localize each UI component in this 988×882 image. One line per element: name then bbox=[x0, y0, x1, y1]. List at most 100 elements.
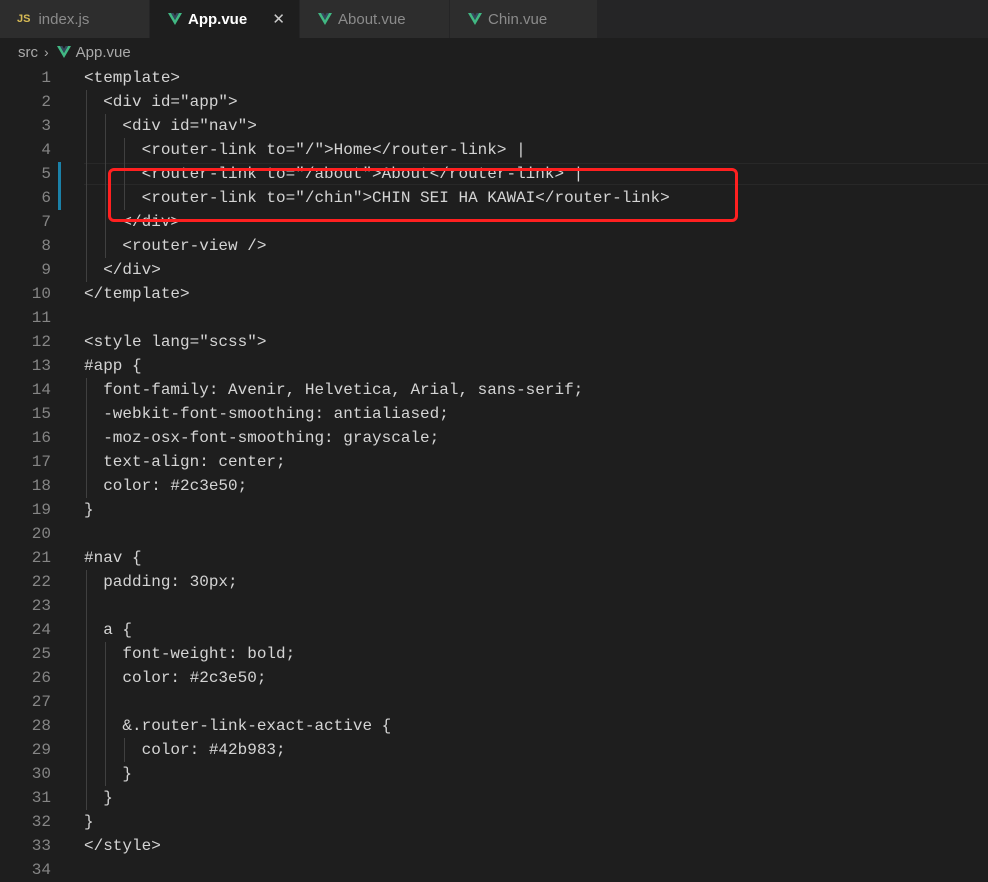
code-line[interactable]: 3 <div id="nav"> bbox=[0, 114, 988, 138]
line-text[interactable]: } bbox=[84, 810, 94, 834]
line-number: 3 bbox=[41, 117, 51, 135]
line-text[interactable]: } bbox=[84, 498, 94, 522]
code-line[interactable]: 13 #app { bbox=[0, 354, 988, 378]
line-number: 30 bbox=[31, 765, 51, 783]
line-number: 29 bbox=[31, 741, 51, 759]
line-text[interactable]: -moz-osx-font-smoothing: grayscale; bbox=[84, 426, 439, 450]
line-text[interactable]: &.router-link-exact-active { bbox=[84, 714, 391, 738]
chevron-right-icon: › bbox=[44, 44, 49, 60]
breadcrumb-folder[interactable]: src bbox=[18, 44, 38, 61]
line-number: 26 bbox=[31, 669, 51, 687]
line-text[interactable]: text-align: center; bbox=[84, 450, 285, 474]
code-line[interactable]: 9 </div> bbox=[0, 258, 988, 282]
line-number: 25 bbox=[31, 645, 51, 663]
code-line[interactable]: 16 -moz-osx-font-smoothing: grayscale; bbox=[0, 426, 988, 450]
code-line[interactable]: 28 &.router-link-exact-active { bbox=[0, 714, 988, 738]
tab-label: App.vue bbox=[188, 10, 248, 28]
code-line[interactable]: 17 text-align: center; bbox=[0, 450, 988, 474]
line-number: 19 bbox=[31, 501, 51, 519]
line-number: 1 bbox=[41, 69, 51, 87]
code-line[interactable]: 25 font-weight: bold; bbox=[0, 642, 988, 666]
tab-label: About.vue bbox=[338, 10, 406, 28]
line-text[interactable]: <div id="nav"> bbox=[84, 114, 256, 138]
line-text[interactable]: <template> bbox=[84, 66, 180, 90]
code-line[interactable]: 23 bbox=[0, 594, 988, 618]
code-line[interactable]: 8 <router-view /> bbox=[0, 234, 988, 258]
line-text[interactable]: </template> bbox=[84, 282, 190, 306]
js-file-icon: JS bbox=[17, 13, 31, 25]
code-line[interactable]: 20 bbox=[0, 522, 988, 546]
line-number: 20 bbox=[31, 525, 51, 543]
line-number: 24 bbox=[31, 621, 51, 639]
line-text[interactable]: </style> bbox=[84, 834, 161, 858]
code-line[interactable]: 1 <template> bbox=[0, 66, 988, 90]
code-line[interactable]: 14 font-family: Avenir, Helvetica, Arial… bbox=[0, 378, 988, 402]
tab-index-js[interactable]: JS index.js bbox=[0, 0, 150, 38]
code-line[interactable]: 27 bbox=[0, 690, 988, 714]
line-text[interactable]: <router-link to="/">Home</router-link> | bbox=[84, 138, 526, 162]
line-text[interactable]: a { bbox=[84, 618, 132, 642]
tab-chin-vue[interactable]: Chin.vue bbox=[450, 0, 598, 38]
tab-label: index.js bbox=[38, 10, 90, 28]
line-text[interactable]: -webkit-font-smoothing: antialiased; bbox=[84, 402, 449, 426]
code-line[interactable]: 30 } bbox=[0, 762, 988, 786]
line-text[interactable]: <style lang="scss"> bbox=[84, 330, 266, 354]
line-text[interactable]: </div> bbox=[84, 258, 161, 282]
tab-app-vue[interactable]: App.vue ✕ bbox=[150, 0, 300, 38]
code-line[interactable]: 32} bbox=[0, 810, 988, 834]
line-number: 14 bbox=[31, 381, 51, 399]
tab-about-vue[interactable]: About.vue bbox=[300, 0, 450, 38]
line-number: 32 bbox=[31, 813, 51, 831]
line-text[interactable]: #nav { bbox=[84, 546, 142, 570]
vue-file-icon bbox=[318, 12, 332, 26]
line-number: 22 bbox=[31, 573, 51, 591]
code-line[interactable]: 11 bbox=[0, 306, 988, 330]
code-line[interactable]: 26 color: #2c3e50; bbox=[0, 666, 988, 690]
code-line[interactable]: 15 -webkit-font-smoothing: antialiased; bbox=[0, 402, 988, 426]
line-text[interactable]: color: #2c3e50; bbox=[84, 666, 266, 690]
code-line[interactable]: 24 a { bbox=[0, 618, 988, 642]
line-number: 17 bbox=[31, 453, 51, 471]
line-text[interactable]: font-family: Avenir, Helvetica, Arial, s… bbox=[84, 378, 583, 402]
line-number: 8 bbox=[41, 237, 51, 255]
line-text[interactable]: color: #42b983; bbox=[84, 738, 286, 762]
code-line[interactable]: 18 color: #2c3e50; bbox=[0, 474, 988, 498]
line-text[interactable]: #app { bbox=[84, 354, 142, 378]
line-number: 34 bbox=[31, 861, 51, 879]
line-number: 5 bbox=[41, 165, 51, 183]
line-text[interactable]: <router-view /> bbox=[84, 234, 266, 258]
line-number: 9 bbox=[41, 261, 51, 279]
code-line[interactable]: 19} bbox=[0, 498, 988, 522]
tab-label: Chin.vue bbox=[488, 10, 548, 28]
line-number: 12 bbox=[31, 333, 51, 351]
line-text[interactable]: } bbox=[84, 762, 132, 786]
code-line[interactable]: 33 </style> bbox=[0, 834, 988, 858]
line-number: 6 bbox=[41, 189, 51, 207]
line-text[interactable]: } bbox=[84, 786, 113, 810]
code-line[interactable]: 31 } bbox=[0, 786, 988, 810]
line-number: 13 bbox=[31, 357, 51, 375]
line-text[interactable]: <div id="app"> bbox=[84, 90, 237, 114]
code-line[interactable]: 34 bbox=[0, 858, 988, 882]
line-number: 10 bbox=[31, 285, 51, 303]
code-line[interactable]: 29 color: #42b983; bbox=[0, 738, 988, 762]
code-line[interactable]: 12 <style lang="scss"> bbox=[0, 330, 988, 354]
code-line[interactable]: 22 padding: 30px; bbox=[0, 570, 988, 594]
code-line[interactable]: 2 <div id="app"> bbox=[0, 90, 988, 114]
line-number: 4 bbox=[41, 141, 51, 159]
line-number: 11 bbox=[31, 309, 51, 327]
code-line[interactable]: 10 </template> bbox=[0, 282, 988, 306]
code-line[interactable]: 4 <router-link to="/">Home</router-link>… bbox=[0, 138, 988, 162]
editor-tab-bar: JS index.js App.vue ✕ About.vue Chin.vue bbox=[0, 0, 988, 38]
line-text[interactable]: font-weight: bold; bbox=[84, 642, 295, 666]
code-line[interactable]: 21 #nav { bbox=[0, 546, 988, 570]
code-editor[interactable]: 1 <template> 2 <div id="app"> 3 <div id="na… bbox=[0, 66, 988, 879]
line-number: 28 bbox=[31, 717, 51, 735]
line-text[interactable]: padding: 30px; bbox=[84, 570, 237, 594]
breadcrumb-file[interactable]: App.vue bbox=[76, 44, 131, 61]
line-number: 2 bbox=[41, 93, 51, 111]
close-tab-icon[interactable]: ✕ bbox=[272, 10, 285, 28]
vue-file-icon bbox=[168, 12, 182, 26]
line-number: 15 bbox=[31, 405, 51, 423]
line-text[interactable]: color: #2c3e50; bbox=[84, 474, 247, 498]
